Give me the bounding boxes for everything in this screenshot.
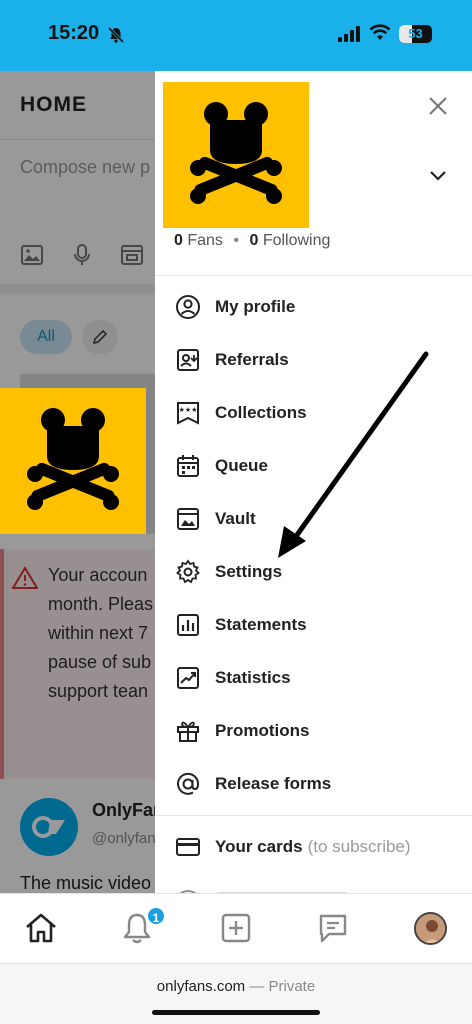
private-mode-label: — Private	[249, 978, 316, 995]
avatar[interactable]	[414, 912, 447, 945]
gift-icon	[175, 718, 201, 744]
line-chart-icon	[175, 665, 201, 691]
battery-indicator: 53	[399, 25, 432, 43]
collections-icon: ★★★	[175, 400, 201, 426]
bar-chart-icon	[175, 612, 201, 638]
plus-square-icon	[221, 913, 251, 943]
home-icon	[26, 913, 56, 943]
bottom-tab-bar: 1	[0, 893, 472, 963]
menu-item-label: Release forms	[215, 774, 332, 793]
menu-item-partial	[175, 883, 375, 893]
bear-skull-icon	[27, 408, 119, 510]
tab-messages[interactable]	[313, 908, 353, 948]
notification-badge: 1	[146, 906, 166, 926]
message-icon	[319, 914, 347, 943]
separator-dot: •	[233, 232, 239, 249]
menu-item-label: Settings	[215, 562, 283, 581]
referral-icon	[175, 347, 201, 373]
browser-address-bar[interactable]: onlyfans.com — Private	[0, 963, 472, 1024]
status-time: 15:20	[48, 22, 100, 44]
vault-icon	[175, 506, 201, 532]
menu-item-label: My profile	[215, 297, 296, 316]
bear-skull-icon	[190, 102, 282, 204]
divider	[155, 815, 472, 816]
brand-logo	[0, 388, 146, 534]
menu-item-label: Vault	[215, 509, 256, 528]
user-circle-icon	[175, 294, 201, 320]
calendar-icon	[175, 453, 201, 479]
credit-card-icon	[175, 834, 201, 860]
cellular-signal-icon	[338, 26, 360, 42]
tab-home[interactable]	[21, 908, 61, 948]
divider	[155, 275, 472, 276]
bell-off-icon	[107, 26, 125, 44]
status-bar: 15:20 53	[0, 0, 472, 71]
wifi-icon	[369, 24, 391, 40]
menu-item-your-cards[interactable]: Your cards (to subscribe)	[155, 825, 472, 869]
close-icon	[429, 97, 447, 115]
menu-item-label: Your cards	[215, 837, 303, 856]
fans-label[interactable]: Fans	[187, 232, 223, 249]
battery-percent: 53	[408, 26, 423, 41]
menu-item-label: Promotions	[215, 721, 310, 740]
chevron-down-icon	[430, 171, 446, 181]
close-drawer-button[interactable]	[423, 91, 453, 121]
menu-item-release-forms[interactable]: Release forms	[155, 762, 472, 806]
user-photo	[416, 914, 445, 943]
at-sign-icon	[175, 771, 201, 797]
annotation-arrow	[278, 351, 429, 558]
tab-add-post[interactable]	[216, 908, 256, 948]
menu-item-statements[interactable]: Statements	[155, 603, 472, 647]
menu-item-label: Queue	[215, 456, 268, 475]
follow-counts: 0 Fans • 0 Following	[174, 232, 330, 250]
home-indicator[interactable]	[152, 1010, 320, 1015]
menu-item-promotions[interactable]: Promotions	[155, 709, 472, 753]
account-switch-button[interactable]	[423, 161, 453, 191]
gear-icon	[175, 559, 201, 585]
profile-avatar[interactable]	[163, 82, 309, 228]
menu-item-sublabel: (to subscribe)	[307, 837, 411, 856]
menu-item-my-profile[interactable]: My profile	[155, 285, 472, 329]
following-count: 0	[249, 232, 259, 249]
fans-count: 0	[174, 232, 183, 249]
url-domain: onlyfans.com	[156, 978, 246, 995]
menu-item-label: Statistics	[215, 668, 291, 687]
following-label[interactable]: Following	[263, 232, 331, 249]
svg-text:★★★: ★★★	[179, 406, 198, 414]
menu-item-statistics[interactable]: Statistics	[155, 656, 472, 700]
address-url[interactable]: onlyfans.com — Private	[0, 978, 472, 995]
menu-item-label: Statements	[215, 615, 307, 634]
